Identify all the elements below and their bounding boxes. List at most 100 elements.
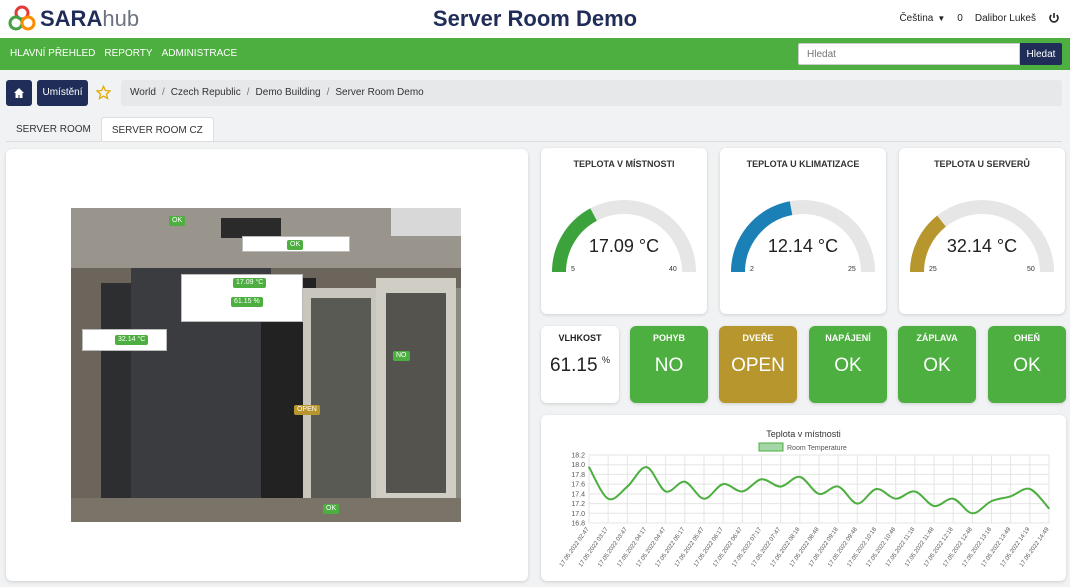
- status-tile[interactable]: POHYB NO: [630, 326, 708, 403]
- nav-item-reports[interactable]: REPORTY: [104, 48, 152, 59]
- status-tile-title: POHYB: [652, 333, 685, 343]
- legend-swatch: [758, 442, 784, 452]
- gauge-min: 25: [929, 266, 937, 273]
- y-tick-label: 17.4: [571, 491, 585, 498]
- gauge-value: 32.14 °C: [946, 236, 1018, 256]
- data-point: [1009, 495, 1012, 498]
- status-tile-value: OK: [923, 355, 951, 376]
- status-tile[interactable]: ZÁPLAVA OK: [898, 326, 976, 403]
- tab-server-room[interactable]: SERVER ROOM: [6, 117, 101, 142]
- gauge-value: 12.14 °C: [767, 236, 839, 256]
- humidity-title: VLHKOST: [558, 333, 602, 343]
- status-tile-title: DVEŘE: [742, 333, 774, 343]
- status-tile[interactable]: DVEŘE OPEN: [719, 326, 797, 403]
- status-tile-value: NO: [654, 355, 684, 376]
- nav-item-administration[interactable]: ADMINISTRACE: [162, 48, 238, 59]
- status-tile-value: OPEN: [731, 355, 785, 376]
- data-point: [722, 483, 724, 485]
- y-tick-label: 17.8: [571, 472, 585, 479]
- y-tick-label: 18.2: [571, 453, 585, 460]
- top-bar: SARAhub Server Room Demo Čeština ▼ 0 Dali…: [0, 0, 1070, 38]
- data-point: [1029, 488, 1031, 490]
- gauge-arc: [731, 200, 875, 273]
- data-point: [703, 497, 705, 500]
- breadcrumb: World / Czech Republic / Demo Building / Se…: [121, 80, 1062, 106]
- data-point: [760, 478, 763, 481]
- data-point: [971, 512, 974, 515]
- door-pill[interactable]: OPEN: [294, 405, 320, 415]
- gauge-max: 50: [1027, 266, 1035, 273]
- data-point: [664, 490, 667, 493]
- data-point: [875, 488, 878, 490]
- status-pill-ok[interactable]: OK: [323, 504, 340, 514]
- y-tick-label: 17.6: [571, 482, 585, 489]
- breadcrumb-item[interactable]: Demo Building: [256, 80, 321, 106]
- data-point: [588, 466, 590, 468]
- status-tile[interactable]: NAPÁJENÍ OK: [809, 326, 887, 403]
- tab-server-room-cz[interactable]: SERVER ROOM CZ: [100, 117, 214, 142]
- temperature-chart-card: Teplota v místnosti Room Temperature 18.2…: [541, 415, 1066, 581]
- humidity-unit: %: [601, 355, 610, 365]
- breadcrumb-item[interactable]: Czech Republic: [171, 80, 241, 106]
- gauge-value: 17.09 °C: [588, 236, 660, 256]
- caret-down-icon: ▼: [937, 13, 946, 23]
- search-button[interactable]: Hledat: [1020, 43, 1062, 65]
- temperature-line-chart: Room Temperature 18.2 18.0 17.8 17.6 17.4 17.2…: [559, 442, 1051, 568]
- data-point: [914, 490, 916, 493]
- status-pill-ok[interactable]: OK: [287, 240, 304, 250]
- data-point: [799, 476, 801, 478]
- data-point: [856, 502, 859, 505]
- motion-pill[interactable]: NO: [393, 351, 410, 361]
- status-tile-title: OHEŇ: [1013, 333, 1040, 343]
- data-point: [779, 485, 782, 488]
- status-tile[interactable]: OHEŇ OK: [988, 326, 1066, 403]
- status-tile-title: NAPÁJENÍ: [825, 333, 871, 343]
- data-point: [837, 485, 839, 488]
- data-point: [990, 500, 993, 502]
- language-selector[interactable]: Čeština ▼: [899, 13, 945, 24]
- data-point: [684, 480, 686, 483]
- humidity-pill[interactable]: 61.15 %: [231, 297, 263, 307]
- gauge-min: 2: [750, 266, 754, 273]
- data-point: [818, 493, 820, 495]
- search-input[interactable]: [798, 43, 1020, 65]
- status-tile-value: OK: [834, 355, 862, 376]
- gauge-card: TEPLOTA U SERVERŮ 32.14 °C 25 50: [899, 148, 1065, 314]
- y-tick-label: 17.0: [571, 511, 585, 518]
- server-room-photo: OK OK 17.09 °C 61.15 % 32.14 °C NO OPEN …: [71, 208, 461, 522]
- notification-counter[interactable]: 0: [957, 13, 963, 24]
- gauge-arc: [910, 200, 1054, 273]
- gauge-max: 25: [848, 266, 856, 273]
- breadcrumb-current: Server Room Demo: [335, 87, 424, 98]
- gauge-max: 40: [669, 266, 677, 273]
- legend-label: Room Temperature: [787, 445, 847, 452]
- status-tile-value: OK: [1013, 355, 1041, 376]
- y-tick-label: 17.2: [571, 501, 585, 508]
- data-point: [894, 497, 897, 500]
- status-tile-title: ZÁPLAVA: [916, 333, 958, 343]
- temperature-pill[interactable]: 17.09 °C: [233, 278, 267, 288]
- user-name[interactable]: Dalibor Lukeš: [975, 13, 1036, 24]
- data-point: [933, 505, 935, 507]
- gauge-arc: [552, 200, 696, 273]
- gauge-card: TEPLOTA U KLIMATIZACE 12.14 °C 2 25: [720, 148, 886, 314]
- data-point: [952, 497, 954, 500]
- gauge-min: 5: [571, 266, 575, 273]
- home-icon: [14, 88, 24, 98]
- status-pill-ok[interactable]: OK: [169, 216, 186, 226]
- y-tick-label: 18.0: [571, 462, 585, 469]
- data-point: [645, 466, 648, 468]
- star-icon[interactable]: [96, 85, 111, 100]
- location-button[interactable]: Umístění: [37, 80, 88, 106]
- data-point: [1048, 507, 1050, 510]
- nav-item-dashboard[interactable]: HLAVNÍ PŘEHLED: [10, 48, 95, 59]
- data-point: [741, 490, 744, 493]
- humidity-tile: VLHKOST 61.15 %: [541, 326, 619, 403]
- humidity-value: 61.15: [549, 355, 598, 376]
- home-button[interactable]: [6, 80, 32, 106]
- gauge-card: TEPLOTA V MÍSTNOSTI 17.09 °C 5 40: [541, 148, 707, 314]
- breadcrumb-item[interactable]: World: [130, 80, 156, 106]
- rack-temperature-pill[interactable]: 32.14 °C: [115, 335, 149, 345]
- power-icon[interactable]: [1048, 12, 1060, 24]
- y-tick-label: 16.8: [571, 521, 585, 528]
